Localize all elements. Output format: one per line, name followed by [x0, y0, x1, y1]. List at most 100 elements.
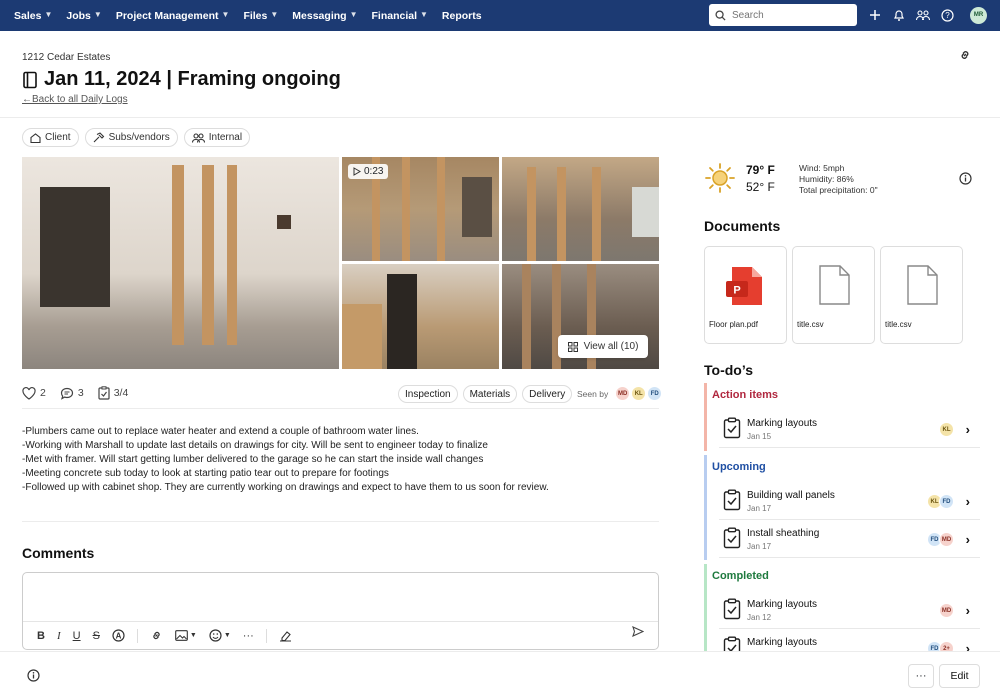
clear-format-button[interactable] — [279, 630, 292, 642]
more-button[interactable]: ··· — [908, 664, 934, 688]
avatar: MD — [615, 386, 631, 401]
weather-info-icon[interactable] — [959, 172, 972, 190]
send-button[interactable] — [632, 624, 645, 642]
todo-assignees: FD MD — [927, 532, 954, 547]
edit-button[interactable]: Edit — [939, 664, 980, 688]
back-link[interactable]: ←Back to all Daily Logs — [22, 94, 128, 105]
italic-button[interactable]: I — [57, 630, 61, 642]
photo-2[interactable] — [502, 157, 659, 261]
todo-name: Building wall panels — [747, 490, 835, 501]
photo-3[interactable] — [342, 264, 499, 369]
nav-sales-label: Sales — [14, 9, 42, 22]
todo-assignees: MD — [939, 603, 954, 618]
checklist-button[interactable]: 3/4 — [98, 386, 128, 400]
image-icon — [175, 630, 188, 641]
breadcrumb[interactable]: 1212 Cedar Estates — [22, 52, 110, 63]
search-icon — [715, 9, 726, 21]
nav-financial-label: Financial — [371, 9, 417, 22]
chevron-down-icon: ▼ — [270, 10, 279, 19]
like-count: 2 — [40, 387, 46, 399]
document-card[interactable]: P Floor plan.pdf — [704, 246, 787, 344]
nav-financial[interactable]: Financial ▼ — [371, 10, 427, 22]
chevron-down-icon: ▼ — [93, 10, 102, 19]
eraser-icon — [279, 630, 291, 641]
document-card[interactable]: title.csv — [792, 246, 875, 344]
strikethrough-button[interactable]: S — [93, 630, 100, 642]
user-avatar[interactable]: MR — [970, 6, 987, 24]
chip-subs-vendors[interactable]: Subs/vendors — [84, 128, 178, 147]
todo-item[interactable]: Install sheathing Jan 17 FD MD › — [719, 522, 980, 558]
group-title: Completed — [712, 570, 769, 582]
nav-files-label: Files — [243, 9, 268, 22]
grid-icon — [567, 341, 578, 352]
todo-assignees: KL — [939, 422, 954, 437]
nav-files[interactable]: Files ▼ — [243, 10, 278, 22]
link-icon[interactable] — [958, 48, 974, 64]
log-tags: Inspection Materials Delivery — [398, 385, 573, 403]
smiley-icon — [209, 629, 222, 642]
bold-button[interactable]: B — [37, 630, 45, 642]
wall-box — [277, 215, 291, 229]
search-box[interactable] — [709, 4, 857, 26]
chevron-down-icon: ▼ — [44, 10, 53, 19]
search-input[interactable] — [732, 9, 842, 21]
temperatures: 79° F 52° F — [746, 162, 775, 196]
nav-project-management[interactable]: Project Management ▼ — [116, 10, 230, 22]
group-bar — [704, 564, 707, 651]
comment-editor[interactable]: B I U S A ▼ ▼ ··· — [22, 572, 659, 650]
document-name: title.csv — [797, 320, 824, 329]
chip-client[interactable]: Client — [22, 128, 79, 147]
todo-item[interactable]: Marking layouts Jan 15 KL › — [719, 412, 980, 448]
link-button[interactable] — [150, 629, 163, 642]
temp-low: 52° F — [746, 180, 775, 194]
nav-reports[interactable]: Reports — [442, 10, 482, 22]
avatar: KL — [631, 386, 647, 401]
todo-name: Marking layouts — [747, 637, 818, 648]
image-button[interactable]: ▼ — [175, 630, 197, 641]
clipboard-check-icon — [723, 417, 741, 439]
chip-internal[interactable]: Internal — [183, 128, 251, 147]
more-format-button[interactable]: ··· — [243, 630, 254, 642]
group-title: Upcoming — [712, 461, 766, 473]
nav-messaging[interactable]: Messaging ▼ — [292, 10, 357, 22]
audience-chips: Client Subs/vendors Internal — [22, 128, 251, 147]
tag-delivery[interactable]: Delivery — [522, 385, 573, 403]
nav-sales[interactable]: Sales ▼ — [14, 10, 52, 22]
stud — [172, 165, 184, 345]
emoji-button[interactable]: ▼ — [209, 629, 231, 642]
clipboard-check-icon — [723, 489, 741, 511]
underline-button[interactable]: U — [73, 630, 81, 642]
photo-main[interactable] — [22, 157, 339, 369]
people-icon — [191, 132, 205, 143]
clipboard-check-icon — [723, 598, 741, 620]
comment-button[interactable]: 3 — [60, 387, 84, 400]
comment-toolbar: B I U S A ▼ ▼ ··· — [23, 621, 658, 649]
plus-icon[interactable] — [866, 6, 884, 24]
play-icon — [353, 167, 361, 176]
stud — [522, 264, 531, 369]
document-card[interactable]: title.csv — [880, 246, 963, 344]
view-all-button[interactable]: View all (10) — [558, 335, 648, 358]
seen-by[interactable]: Seen by MD KL FD — [577, 386, 663, 401]
document-name: Floor plan.pdf — [709, 320, 758, 329]
mention-button[interactable]: A — [112, 629, 125, 642]
help-icon[interactable]: ? — [938, 6, 956, 24]
window — [632, 187, 659, 237]
documents-heading: Documents — [704, 218, 781, 234]
view-all-label: View all (10) — [583, 341, 639, 352]
chevron-down-icon: ▼ — [420, 10, 428, 19]
comment-count: 3 — [77, 387, 84, 399]
info-icon[interactable] — [27, 669, 40, 687]
todo-item[interactable]: Marking layouts Jan 12 MD › — [719, 593, 980, 629]
chip-subs-vendors-label: Subs/vendors — [108, 132, 170, 143]
bell-icon[interactable] — [890, 6, 908, 24]
nav-jobs[interactable]: Jobs ▼ — [66, 10, 101, 22]
todo-item[interactable]: Building wall panels Jan 17 KL FD › — [719, 484, 980, 520]
tag-inspection[interactable]: Inspection — [398, 385, 458, 403]
like-button[interactable]: 2 — [22, 386, 46, 400]
team-icon[interactable] — [914, 6, 932, 24]
tag-materials[interactable]: Materials — [462, 385, 518, 403]
seen-by-label: Seen by — [577, 388, 609, 399]
todo-date: Jan 17 — [747, 504, 772, 513]
todo-item[interactable]: Marking layouts FD 2+ › — [719, 631, 980, 651]
